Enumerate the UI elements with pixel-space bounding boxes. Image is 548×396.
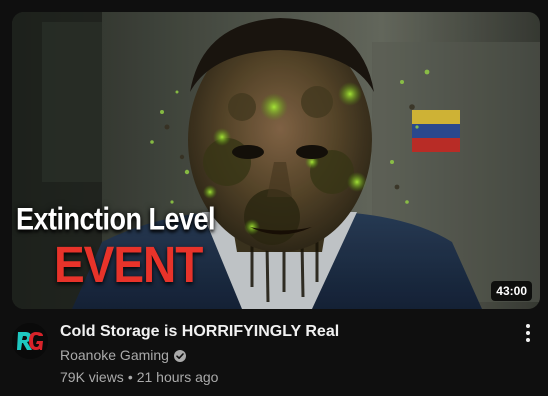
video-title[interactable]: Cold Storage is HORRIFYINGLY Real: [60, 321, 500, 343]
video-details: Cold Storage is HORRIFYINGLY Real Roanok…: [12, 321, 540, 391]
more-vert-icon[interactable]: [516, 321, 540, 345]
video-info: Cold Storage is HORRIFYINGLY Real Roanok…: [60, 321, 500, 387]
duration-badge: 43:00: [491, 281, 532, 301]
thumbnail-text-line1: Extinction Level: [16, 202, 216, 237]
upload-age: 21 hours ago: [136, 369, 219, 385]
view-count: 79K views: [60, 369, 124, 385]
thumbnail-title-overlay: Extinction Level EVENT: [16, 202, 216, 291]
rg-logo-icon: [12, 323, 48, 359]
thumbnail-text-line2: EVENT: [54, 235, 203, 293]
video-stats: 79K views • 21 hours ago: [60, 367, 500, 387]
channel-row: Roanoke Gaming: [60, 345, 500, 365]
stats-separator: •: [127, 369, 133, 385]
video-thumbnail[interactable]: Extinction Level EVENT 43:00: [12, 12, 540, 309]
verified-check-icon: [173, 348, 187, 362]
channel-name[interactable]: Roanoke Gaming: [60, 345, 169, 365]
channel-avatar[interactable]: [12, 323, 48, 359]
video-card[interactable]: Extinction Level EVENT 43:00 Cold Storag…: [0, 0, 548, 396]
